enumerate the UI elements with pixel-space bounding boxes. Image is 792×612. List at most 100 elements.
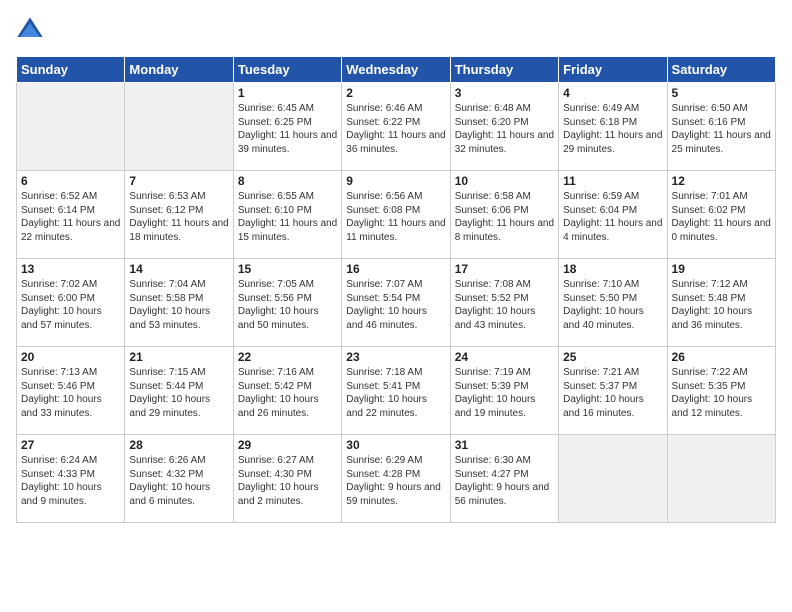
day-info: Sunrise: 6:59 AM Sunset: 6:04 PM Dayligh…	[563, 190, 662, 244]
day-number: 14	[129, 262, 228, 276]
day-number: 7	[129, 174, 228, 188]
logo-icon	[16, 16, 44, 44]
day-info: Sunrise: 6:29 AM Sunset: 4:28 PM Dayligh…	[346, 454, 445, 508]
calendar-cell	[559, 435, 667, 523]
calendar-cell: 8 Sunrise: 6:55 AM Sunset: 6:10 PM Dayli…	[233, 171, 341, 259]
day-info: Sunrise: 7:18 AM Sunset: 5:41 PM Dayligh…	[346, 366, 445, 420]
calendar-cell: 18 Sunrise: 7:10 AM Sunset: 5:50 PM Dayl…	[559, 259, 667, 347]
day-number: 24	[455, 350, 554, 364]
calendar-cell: 17 Sunrise: 7:08 AM Sunset: 5:52 PM Dayl…	[450, 259, 558, 347]
calendar-cell: 4 Sunrise: 6:49 AM Sunset: 6:18 PM Dayli…	[559, 83, 667, 171]
day-info: Sunrise: 7:04 AM Sunset: 5:58 PM Dayligh…	[129, 278, 228, 332]
calendar-cell: 25 Sunrise: 7:21 AM Sunset: 5:37 PM Dayl…	[559, 347, 667, 435]
calendar-cell: 21 Sunrise: 7:15 AM Sunset: 5:44 PM Dayl…	[125, 347, 233, 435]
calendar-cell: 19 Sunrise: 7:12 AM Sunset: 5:48 PM Dayl…	[667, 259, 775, 347]
day-number: 1	[238, 86, 337, 100]
day-info: Sunrise: 7:15 AM Sunset: 5:44 PM Dayligh…	[129, 366, 228, 420]
day-number: 12	[672, 174, 771, 188]
day-number: 23	[346, 350, 445, 364]
day-info: Sunrise: 7:08 AM Sunset: 5:52 PM Dayligh…	[455, 278, 554, 332]
day-info: Sunrise: 6:49 AM Sunset: 6:18 PM Dayligh…	[563, 102, 662, 156]
calendar-cell: 30 Sunrise: 6:29 AM Sunset: 4:28 PM Dayl…	[342, 435, 450, 523]
day-info: Sunrise: 7:21 AM Sunset: 5:37 PM Dayligh…	[563, 366, 662, 420]
calendar-cell: 2 Sunrise: 6:46 AM Sunset: 6:22 PM Dayli…	[342, 83, 450, 171]
day-number: 28	[129, 438, 228, 452]
day-info: Sunrise: 7:07 AM Sunset: 5:54 PM Dayligh…	[346, 278, 445, 332]
day-info: Sunrise: 6:56 AM Sunset: 6:08 PM Dayligh…	[346, 190, 445, 244]
calendar-cell: 6 Sunrise: 6:52 AM Sunset: 6:14 PM Dayli…	[17, 171, 125, 259]
calendar-cell: 24 Sunrise: 7:19 AM Sunset: 5:39 PM Dayl…	[450, 347, 558, 435]
calendar-cell: 11 Sunrise: 6:59 AM Sunset: 6:04 PM Dayl…	[559, 171, 667, 259]
calendar-cell: 5 Sunrise: 6:50 AM Sunset: 6:16 PM Dayli…	[667, 83, 775, 171]
calendar-cell: 3 Sunrise: 6:48 AM Sunset: 6:20 PM Dayli…	[450, 83, 558, 171]
logo	[16, 16, 48, 44]
calendar-cell: 28 Sunrise: 6:26 AM Sunset: 4:32 PM Dayl…	[125, 435, 233, 523]
day-number: 13	[21, 262, 120, 276]
day-info: Sunrise: 7:13 AM Sunset: 5:46 PM Dayligh…	[21, 366, 120, 420]
calendar-cell: 10 Sunrise: 6:58 AM Sunset: 6:06 PM Dayl…	[450, 171, 558, 259]
calendar-cell: 13 Sunrise: 7:02 AM Sunset: 6:00 PM Dayl…	[17, 259, 125, 347]
day-info: Sunrise: 7:05 AM Sunset: 5:56 PM Dayligh…	[238, 278, 337, 332]
day-number: 26	[672, 350, 771, 364]
day-info: Sunrise: 7:22 AM Sunset: 5:35 PM Dayligh…	[672, 366, 771, 420]
day-number: 18	[563, 262, 662, 276]
day-info: Sunrise: 6:52 AM Sunset: 6:14 PM Dayligh…	[21, 190, 120, 244]
calendar-week-1: 1 Sunrise: 6:45 AM Sunset: 6:25 PM Dayli…	[17, 83, 776, 171]
day-number: 22	[238, 350, 337, 364]
day-number: 16	[346, 262, 445, 276]
calendar-cell: 15 Sunrise: 7:05 AM Sunset: 5:56 PM Dayl…	[233, 259, 341, 347]
day-info: Sunrise: 6:24 AM Sunset: 4:33 PM Dayligh…	[21, 454, 120, 508]
day-info: Sunrise: 6:53 AM Sunset: 6:12 PM Dayligh…	[129, 190, 228, 244]
weekday-header-row: SundayMondayTuesdayWednesdayThursdayFrid…	[17, 57, 776, 83]
calendar-cell: 14 Sunrise: 7:04 AM Sunset: 5:58 PM Dayl…	[125, 259, 233, 347]
day-number: 9	[346, 174, 445, 188]
day-number: 5	[672, 86, 771, 100]
day-number: 6	[21, 174, 120, 188]
calendar-cell: 1 Sunrise: 6:45 AM Sunset: 6:25 PM Dayli…	[233, 83, 341, 171]
day-number: 30	[346, 438, 445, 452]
weekday-header-sunday: Sunday	[17, 57, 125, 83]
weekday-header-thursday: Thursday	[450, 57, 558, 83]
calendar-cell: 26 Sunrise: 7:22 AM Sunset: 5:35 PM Dayl…	[667, 347, 775, 435]
day-info: Sunrise: 7:01 AM Sunset: 6:02 PM Dayligh…	[672, 190, 771, 244]
calendar-week-2: 6 Sunrise: 6:52 AM Sunset: 6:14 PM Dayli…	[17, 171, 776, 259]
day-info: Sunrise: 6:58 AM Sunset: 6:06 PM Dayligh…	[455, 190, 554, 244]
calendar-cell: 29 Sunrise: 6:27 AM Sunset: 4:30 PM Dayl…	[233, 435, 341, 523]
weekday-header-monday: Monday	[125, 57, 233, 83]
day-number: 4	[563, 86, 662, 100]
calendar-cell: 20 Sunrise: 7:13 AM Sunset: 5:46 PM Dayl…	[17, 347, 125, 435]
weekday-header-saturday: Saturday	[667, 57, 775, 83]
calendar-cell: 31 Sunrise: 6:30 AM Sunset: 4:27 PM Dayl…	[450, 435, 558, 523]
day-number: 17	[455, 262, 554, 276]
day-number: 19	[672, 262, 771, 276]
calendar-week-4: 20 Sunrise: 7:13 AM Sunset: 5:46 PM Dayl…	[17, 347, 776, 435]
day-info: Sunrise: 7:16 AM Sunset: 5:42 PM Dayligh…	[238, 366, 337, 420]
day-number: 27	[21, 438, 120, 452]
day-number: 21	[129, 350, 228, 364]
calendar-week-5: 27 Sunrise: 6:24 AM Sunset: 4:33 PM Dayl…	[17, 435, 776, 523]
day-number: 2	[346, 86, 445, 100]
weekday-header-wednesday: Wednesday	[342, 57, 450, 83]
day-info: Sunrise: 7:02 AM Sunset: 6:00 PM Dayligh…	[21, 278, 120, 332]
calendar-table: SundayMondayTuesdayWednesdayThursdayFrid…	[16, 56, 776, 523]
day-number: 15	[238, 262, 337, 276]
day-info: Sunrise: 6:27 AM Sunset: 4:30 PM Dayligh…	[238, 454, 337, 508]
calendar-cell: 9 Sunrise: 6:56 AM Sunset: 6:08 PM Dayli…	[342, 171, 450, 259]
day-number: 25	[563, 350, 662, 364]
day-number: 29	[238, 438, 337, 452]
day-number: 8	[238, 174, 337, 188]
day-info: Sunrise: 6:55 AM Sunset: 6:10 PM Dayligh…	[238, 190, 337, 244]
day-info: Sunrise: 7:12 AM Sunset: 5:48 PM Dayligh…	[672, 278, 771, 332]
day-info: Sunrise: 7:19 AM Sunset: 5:39 PM Dayligh…	[455, 366, 554, 420]
calendar-cell	[17, 83, 125, 171]
day-info: Sunrise: 6:48 AM Sunset: 6:20 PM Dayligh…	[455, 102, 554, 156]
calendar-cell	[667, 435, 775, 523]
day-number: 10	[455, 174, 554, 188]
calendar-cell: 23 Sunrise: 7:18 AM Sunset: 5:41 PM Dayl…	[342, 347, 450, 435]
calendar-cell	[125, 83, 233, 171]
day-info: Sunrise: 6:45 AM Sunset: 6:25 PM Dayligh…	[238, 102, 337, 156]
day-number: 31	[455, 438, 554, 452]
calendar-cell: 7 Sunrise: 6:53 AM Sunset: 6:12 PM Dayli…	[125, 171, 233, 259]
calendar-cell: 22 Sunrise: 7:16 AM Sunset: 5:42 PM Dayl…	[233, 347, 341, 435]
day-number: 3	[455, 86, 554, 100]
